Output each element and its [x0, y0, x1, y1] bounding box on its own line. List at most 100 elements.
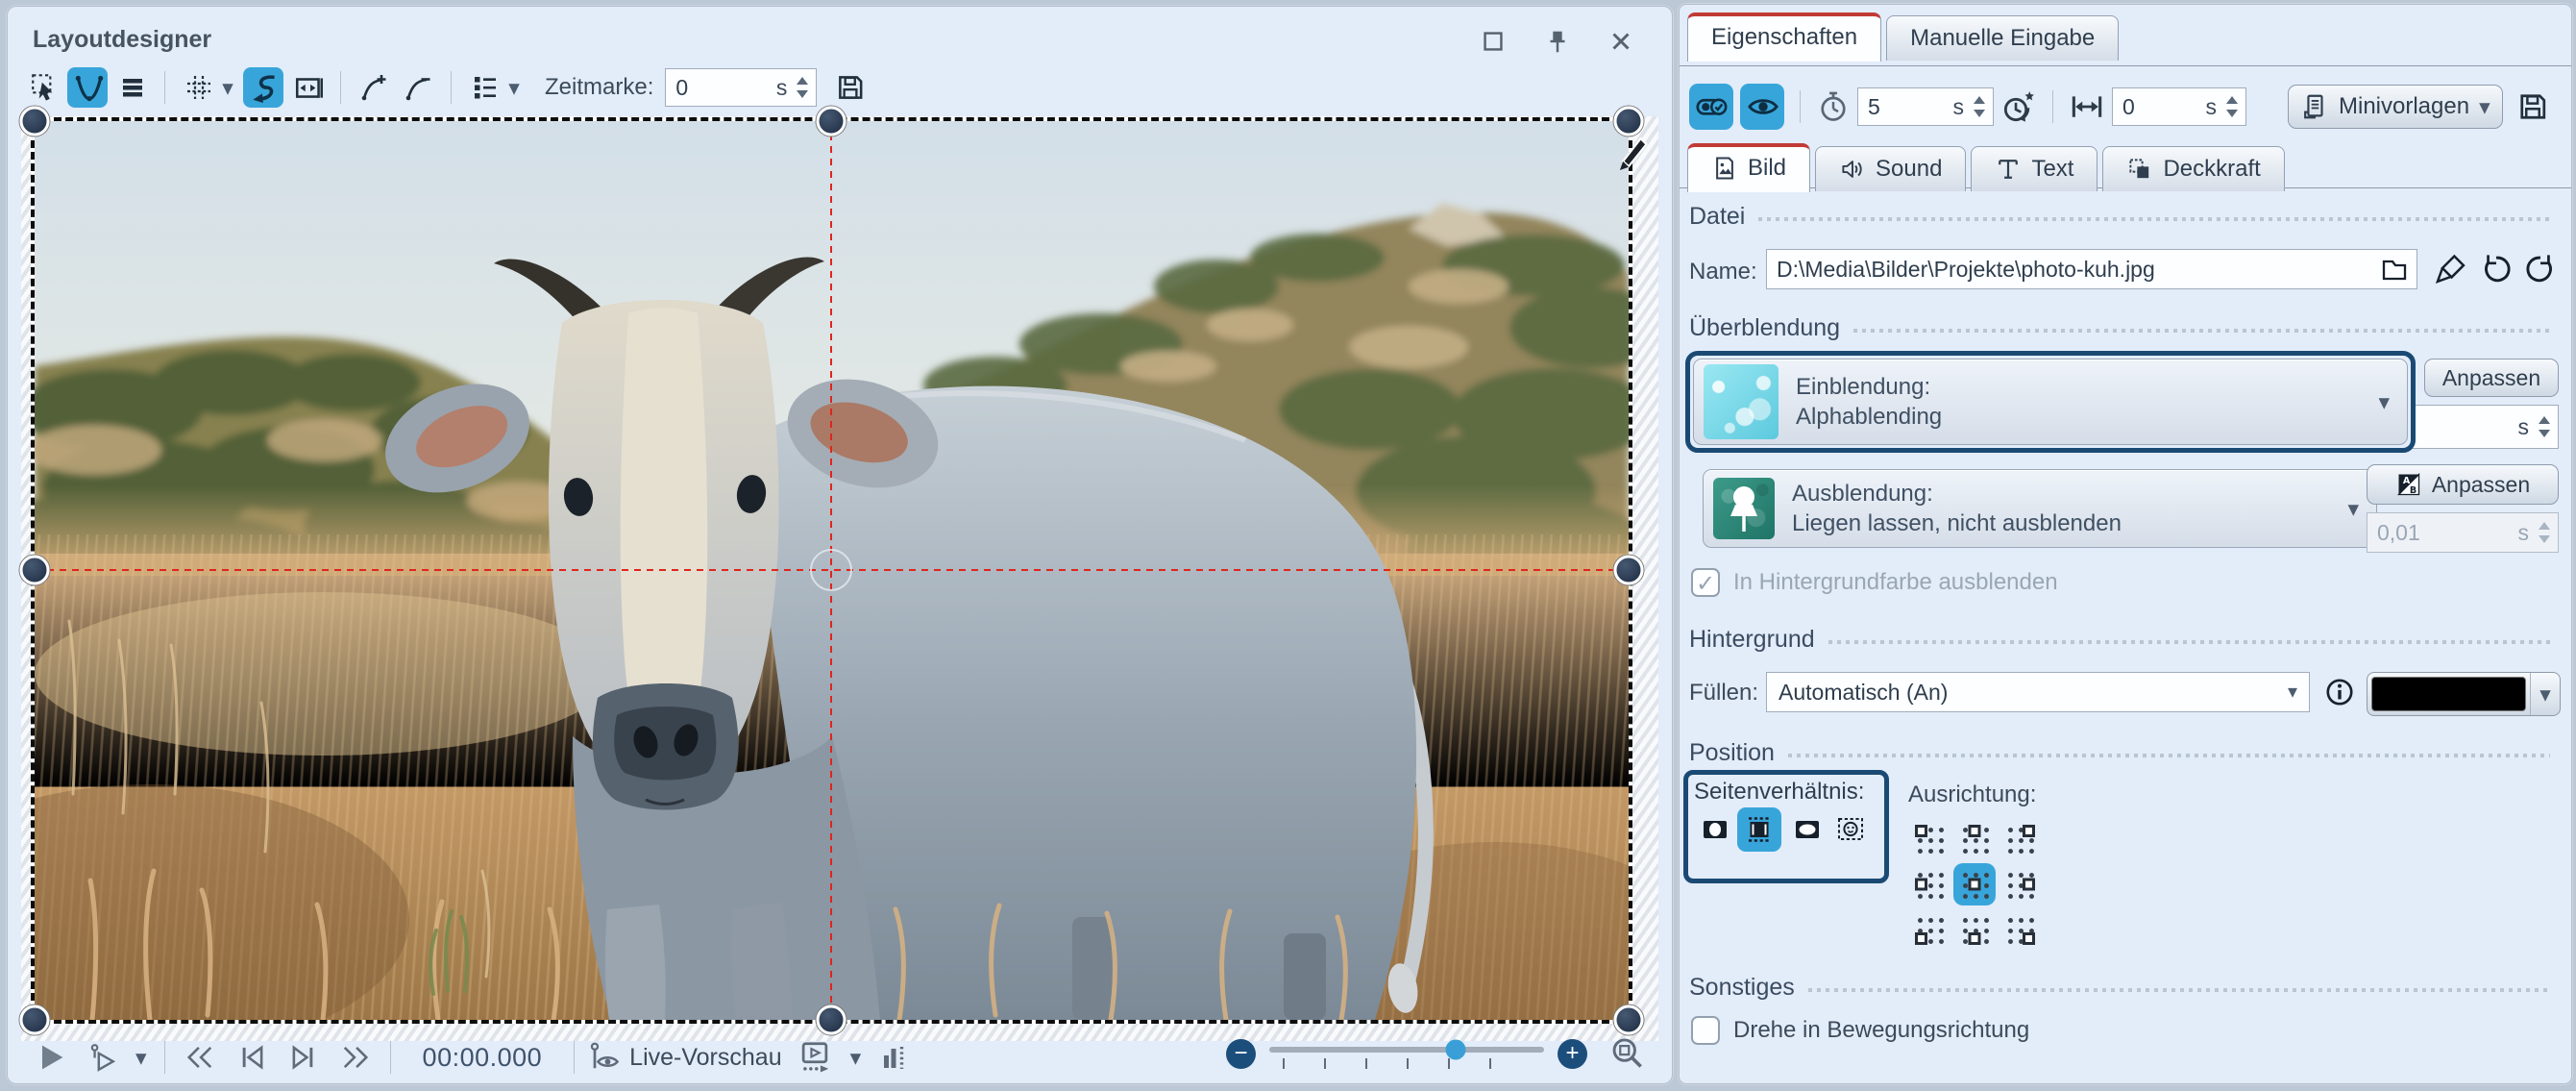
offset-input[interactable]: 0 s: [2112, 87, 2246, 126]
handle-bottom-right[interactable]: [1614, 1005, 1644, 1035]
grid-button[interactable]: [178, 67, 212, 108]
duration-icon: [1816, 89, 1851, 124]
zoom-slider-track[interactable]: [1269, 1047, 1544, 1053]
zoom-out-button[interactable]: −: [1226, 1039, 1256, 1069]
curve-editor-button[interactable]: [67, 67, 108, 108]
einblendung-duration-stepper[interactable]: [2539, 416, 2550, 437]
duration-stepper[interactable]: [1974, 96, 1985, 117]
handle-middle-left[interactable]: [20, 556, 50, 585]
ausblendung-anpassen-button[interactable]: Anpassen: [2367, 464, 2559, 505]
align-top-right-button[interactable]: [1999, 818, 2041, 860]
auto-duration-icon[interactable]: [2000, 88, 2037, 125]
tab-manuelle-eingabe[interactable]: Manuelle Eingabe: [1886, 15, 2119, 61]
object-list-dropdown[interactable]: ▾: [503, 67, 526, 108]
zoom-controls: − +: [1226, 1035, 1653, 1072]
preview-screen-dropdown[interactable]: ▾: [845, 1046, 868, 1070]
ratio-keep-portrait-button[interactable]: [1694, 810, 1732, 849]
ausrichtung-grid: [1908, 818, 2041, 951]
maximize-icon[interactable]: [1478, 26, 1509, 57]
fuellen-select[interactable]: Automatisch (An) ▾: [1766, 672, 2310, 712]
remove-keypoint-button[interactable]: [398, 67, 438, 108]
align-bottom-right-button[interactable]: [1999, 908, 2041, 951]
align-middle-right-button[interactable]: [1999, 863, 2041, 905]
zeitmarke-input[interactable]: 0 s: [665, 68, 817, 107]
level-meter-button[interactable]: [872, 1041, 915, 1074]
center-point[interactable]: [810, 549, 852, 591]
ratio-keep-landscape-button[interactable]: [1786, 810, 1825, 849]
align-middle-center-button[interactable]: [1953, 863, 1996, 905]
tab-deckkraft[interactable]: Deckkraft: [2102, 146, 2284, 191]
visibility-toggle-button[interactable]: [1740, 84, 1784, 130]
tab-sound[interactable]: Sound: [1815, 146, 1966, 191]
tab-bild[interactable]: Bild: [1687, 143, 1810, 192]
save-timemark-button[interactable]: [828, 67, 869, 108]
handle-top-center[interactable]: [817, 107, 846, 136]
edit-image-button[interactable]: [2434, 252, 2468, 286]
play-options-dropdown[interactable]: ▾: [130, 1046, 153, 1070]
preview-screen-button[interactable]: [791, 1038, 839, 1077]
zeitmarke-label: Zeitmarke:: [545, 74, 653, 101]
timecode: 00:00.000: [423, 1043, 543, 1073]
selection-frame[interactable]: [35, 121, 1629, 1020]
info-icon[interactable]: [2323, 676, 2356, 708]
folder-icon[interactable]: [2379, 254, 2410, 285]
canvas[interactable]: [21, 116, 1658, 1041]
align-middle-left-button[interactable]: [1908, 863, 1950, 905]
rotate-cw-button[interactable]: [2523, 252, 2558, 286]
skip-backward-button[interactable]: [177, 1039, 223, 1076]
ratio-fill-frame-button[interactable]: [1737, 807, 1781, 852]
play-from-marker-button[interactable]: [80, 1040, 124, 1075]
rotate-in-motion-checkbox[interactable]: [1691, 1016, 1720, 1045]
minivorlagen-dropdown[interactable]: Minivorlagen ▾: [2288, 85, 2503, 129]
color-dropdown[interactable]: ▾: [2530, 673, 2560, 715]
camera-frame-button[interactable]: [287, 67, 328, 108]
einblendung-dropdown[interactable]: Einblendung: Alphablending ▾: [1693, 359, 2408, 445]
opacity-icon: [2126, 156, 2153, 183]
offset-icon: [2069, 88, 2105, 125]
zoom-fit-button[interactable]: [1604, 1035, 1650, 1072]
zoom-slider[interactable]: [1269, 1041, 1544, 1066]
zoom-slider-thumb[interactable]: [1446, 1040, 1466, 1060]
close-icon[interactable]: [1606, 26, 1636, 57]
align-bottom-left-button[interactable]: [1908, 908, 1950, 951]
handle-middle-right[interactable]: [1614, 556, 1644, 585]
offset-stepper[interactable]: [2226, 96, 2238, 117]
layoutdesigner-window: Layoutdesigner ▾ ▾ Zeitmarke: 0 s: [7, 6, 1673, 1084]
fade-to-background-checkbox[interactable]: ✓: [1691, 568, 1720, 597]
name-input[interactable]: [1766, 249, 2417, 289]
previous-keyframe-button[interactable]: [229, 1039, 275, 1076]
select-tool-button[interactable]: [23, 67, 63, 108]
tab-eigenschaften[interactable]: Eigenschaften: [1687, 12, 1881, 62]
grid-dropdown[interactable]: ▾: [216, 67, 239, 108]
einblendung-anpassen-button[interactable]: Anpassen: [2424, 359, 2559, 397]
save-template-button[interactable]: [2510, 87, 2550, 127]
object-list-button[interactable]: [464, 67, 499, 108]
color-chip[interactable]: [2371, 677, 2526, 711]
separator: [164, 71, 165, 104]
layers-button[interactable]: [111, 67, 152, 108]
ab-icon: [2395, 471, 2422, 498]
ratio-face-crop-button[interactable]: [1829, 810, 1868, 849]
pin-icon[interactable]: [1542, 26, 1573, 57]
zeitmarke-stepper[interactable]: [797, 77, 808, 98]
zoom-in-button[interactable]: +: [1558, 1039, 1587, 1069]
add-keypoint-button[interactable]: [354, 67, 394, 108]
link-toggle-button[interactable]: [1689, 84, 1733, 130]
motion-path-button[interactable]: [243, 67, 283, 108]
ausblendung-dropdown[interactable]: Ausblendung: Liegen lassen, nicht ausble…: [1703, 469, 2377, 548]
transport-bar: ▾ 00:00.000 Live-Vorschau ▾ − +: [8, 1035, 1672, 1079]
align-bottom-center-button[interactable]: [1953, 908, 1996, 951]
skip-forward-button[interactable]: [332, 1039, 379, 1076]
next-keyframe-button[interactable]: [281, 1039, 327, 1076]
background-color-picker[interactable]: ▾: [2367, 672, 2561, 716]
play-button[interactable]: [28, 1039, 74, 1076]
handle-bottom-center[interactable]: [817, 1005, 846, 1035]
section-leader: [1758, 217, 2550, 221]
tab-text[interactable]: Text: [1971, 146, 2098, 191]
rotate-ccw-button[interactable]: [2479, 252, 2514, 286]
align-top-center-button[interactable]: [1953, 818, 1996, 860]
handle-top-left[interactable]: [20, 107, 50, 136]
align-top-left-button[interactable]: [1908, 818, 1950, 860]
duration-input[interactable]: 5 s: [1857, 87, 1994, 126]
handle-bottom-left[interactable]: [20, 1005, 50, 1035]
